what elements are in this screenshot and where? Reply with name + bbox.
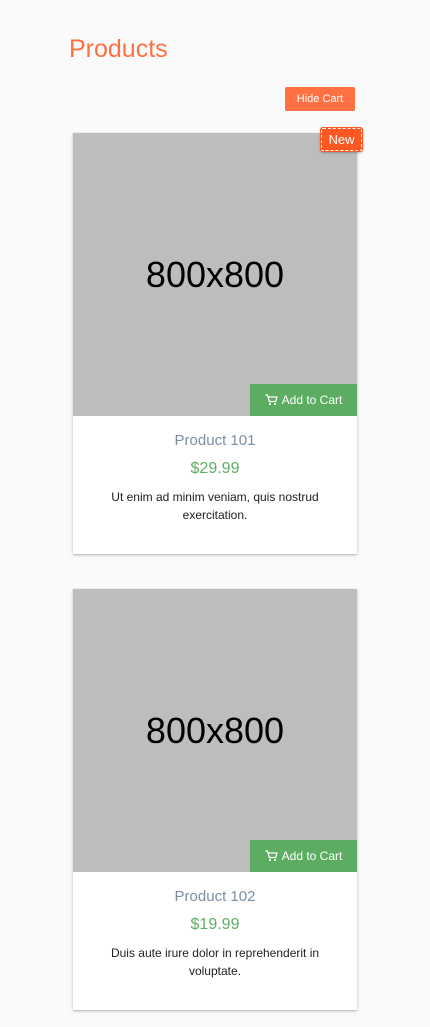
product-image-placeholder: 800x800 [73,589,357,872]
products-page: Products Hide Cart 800x800 Add to Cart P… [0,0,430,1027]
add-to-cart-label: Add to Cart [281,393,343,407]
product-price: $19.99 [190,916,240,933]
shopping-cart-icon [265,850,278,862]
new-badge: New [320,127,363,152]
product-description: Ut enim ad minim veniam, quis nostrud ex… [111,490,319,522]
hide-cart-button[interactable]: Hide Cart [285,87,355,111]
product-description: Duis aute irure dolor in reprehenderit i… [110,946,320,978]
product-name[interactable]: Product 102 [73,888,357,905]
add-to-cart-button[interactable]: Add to Cart [250,384,357,416]
product-image-label: 800x800 [145,709,285,751]
product-card: 800x800 Add to Cart Product 102 $19.99 D… [73,589,357,1010]
product-price: $29.99 [190,460,240,477]
add-to-cart-label: Add to Cart [281,849,343,863]
add-to-cart-button[interactable]: Add to Cart [250,840,357,872]
product-image-placeholder: 800x800 [73,133,357,416]
page-title: Products [69,35,168,63]
product-name[interactable]: Product 101 [73,432,357,449]
shopping-cart-icon [265,394,278,406]
product-image-label: 800x800 [145,253,285,295]
product-card: 800x800 Add to Cart Product 101 $29.99 U… [73,133,357,554]
